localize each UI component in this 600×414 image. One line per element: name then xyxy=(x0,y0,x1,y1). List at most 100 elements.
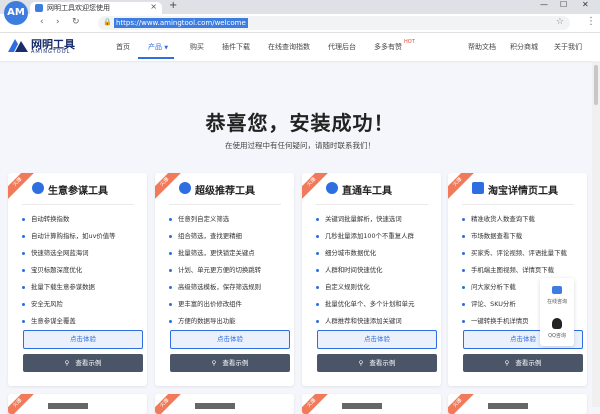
feature-item: 市场数据查看下载 xyxy=(462,231,522,240)
feature-item: 批量下载生意参谋数据 xyxy=(22,282,95,291)
card-title-peek xyxy=(195,403,235,409)
view-demo-label: 查看示例 xyxy=(369,359,396,367)
card-title-peek xyxy=(48,403,88,409)
nav-plugin-download[interactable]: 插件下载 xyxy=(222,42,250,52)
divider xyxy=(22,204,134,205)
feature-text: 批量下载生意参谋数据 xyxy=(31,283,95,291)
bullet-icon xyxy=(462,319,465,323)
scrollbar-thumb[interactable] xyxy=(594,65,598,105)
try-button[interactable]: 点击体验 xyxy=(317,330,437,349)
nav-online-index[interactable]: 在线查询指数 xyxy=(268,42,310,52)
feature-item: 一键转换手机详情页 xyxy=(462,316,529,325)
view-demo-button[interactable]: ⚲ 查看示例 xyxy=(317,354,437,372)
page-scrollbar[interactable] xyxy=(592,61,600,407)
site-header: 网明工具 AMINGTOOL 首页 产品 ▼ 购买 插件下载 在线查询指数 代理… xyxy=(0,33,600,61)
nav-about[interactable]: 关于我们 xyxy=(554,42,582,52)
feature-item: 方便的数据导出功能 xyxy=(169,316,236,325)
reload-icon[interactable]: ↻ xyxy=(72,17,80,27)
bullet-icon xyxy=(462,302,465,306)
divider xyxy=(316,204,428,205)
bookmark-star-icon[interactable]: ☆ xyxy=(556,17,564,27)
feature-item: 人群推荐和快速添加关键词 xyxy=(316,316,402,325)
feature-text: 人群推荐和快速添加关键词 xyxy=(325,317,402,325)
new-tab-button[interactable]: + xyxy=(169,0,177,11)
feature-text: 组合筛选，查找更精细 xyxy=(178,232,242,240)
feature-text: 一键转换手机详情页 xyxy=(471,317,529,325)
url-field[interactable]: 🔒 https://www.amingtool.com/welcome ☆ xyxy=(98,16,570,30)
tool-card-partial: 火爆 xyxy=(8,394,147,414)
try-button[interactable]: 点击体验 xyxy=(23,330,143,349)
nav-product[interactable]: 产品 ▼ xyxy=(148,42,168,52)
bullet-icon xyxy=(462,285,465,289)
card-title: 直通车工具 xyxy=(342,186,392,197)
feature-item: 批量筛选，更快锁定关键点 xyxy=(169,248,255,257)
bullet-icon xyxy=(22,285,25,289)
browser-tab[interactable]: 网明工具欢迎您使用 × xyxy=(30,2,162,14)
feature-text: 任意列自定义筛选 xyxy=(178,215,230,223)
view-demo-button[interactable]: ⚲ 查看示例 xyxy=(170,354,290,372)
bullet-icon xyxy=(169,319,172,323)
feature-text: 更丰富的出价修改组件 xyxy=(178,300,242,308)
try-button[interactable]: 点击体验 xyxy=(170,330,290,349)
search-icon: ⚲ xyxy=(64,359,70,367)
bullet-icon xyxy=(22,302,25,306)
back-icon[interactable]: ‹ xyxy=(40,17,44,27)
bullet-icon xyxy=(22,268,25,272)
document-icon xyxy=(472,182,484,194)
view-demo-button[interactable]: ⚲ 查看示例 xyxy=(463,354,583,372)
feature-text: 快速筛选全网蓝海词 xyxy=(31,249,89,257)
feature-text: 手机端主图视频、详情页下载 xyxy=(471,266,555,274)
feature-text: 细分城市数据优化 xyxy=(325,249,377,257)
favicon-icon xyxy=(35,4,43,12)
nav-home[interactable]: 首页 xyxy=(116,42,130,52)
feature-item: 生意参谋全覆盖 xyxy=(22,316,76,325)
card-header: 超级推荐工具 xyxy=(155,173,294,203)
bullet-icon xyxy=(22,319,25,323)
nav-points[interactable]: 积分商城 xyxy=(510,42,538,52)
feature-item: 宝贝标题深度优化 xyxy=(22,265,82,274)
view-demo-button[interactable]: ⚲ 查看示例 xyxy=(23,354,143,372)
chat-icon xyxy=(552,286,562,294)
tool-card-partial: 火爆 xyxy=(448,394,587,414)
hot-ribbon: 火爆 xyxy=(8,394,38,414)
chevron-down-icon: ▼ xyxy=(164,45,169,51)
feature-text: 安全无风险 xyxy=(31,300,63,308)
search-icon: ⚲ xyxy=(211,359,217,367)
bullet-icon xyxy=(169,268,172,272)
bullet-icon xyxy=(22,251,25,255)
qq-penguin-icon xyxy=(552,318,562,329)
bullet-icon xyxy=(169,251,172,255)
app-icon[interactable]: AM xyxy=(4,1,28,25)
bullet-icon xyxy=(169,234,172,238)
bullet-icon xyxy=(169,302,172,306)
card-title-peek xyxy=(342,403,382,409)
feature-item: 高级筛选模板，保存筛选规则 xyxy=(169,282,261,291)
maximize-button[interactable]: ☐ xyxy=(560,0,567,9)
nav-buy[interactable]: 购买 xyxy=(190,42,204,52)
close-tab-icon[interactable]: × xyxy=(150,2,157,11)
tab-title: 网明工具欢迎您使用 xyxy=(47,4,110,12)
nav-earn[interactable]: 多多有赞 xyxy=(374,42,402,52)
recommend-icon xyxy=(179,182,191,194)
feature-text: 人群和时间快速优化 xyxy=(325,266,383,274)
feature-text: 问大家分析下载 xyxy=(471,283,516,291)
window-close-button[interactable]: ✕ xyxy=(582,0,589,9)
feature-item: 关键词批量解析，快速选词 xyxy=(316,214,402,223)
browser-menu-icon[interactable]: ⋮ xyxy=(586,16,596,27)
minimize-button[interactable]: — xyxy=(540,0,548,9)
forward-icon[interactable]: › xyxy=(56,17,60,27)
qq-consult-label: QQ咨询 xyxy=(548,333,566,339)
nav-agent[interactable]: 代理后台 xyxy=(328,42,356,52)
view-demo-label: 查看示例 xyxy=(515,359,542,367)
feature-item: 任意列自定义筛选 xyxy=(169,214,229,223)
bullet-icon xyxy=(169,217,172,221)
bullet-icon xyxy=(316,285,319,289)
nav-help[interactable]: 帮助文档 xyxy=(468,42,496,52)
contact-widget: 在线咨询 QQ咨询 xyxy=(540,278,574,346)
card-header: 淘宝详情页工具 xyxy=(448,173,587,203)
feature-text: 市场数据查看下载 xyxy=(471,232,523,240)
url-text[interactable]: https://www.amingtool.com/welcome xyxy=(114,18,248,28)
nav-active-indicator xyxy=(138,57,174,59)
feature-text: 方便的数据导出功能 xyxy=(178,317,236,325)
bullet-icon xyxy=(316,234,319,238)
